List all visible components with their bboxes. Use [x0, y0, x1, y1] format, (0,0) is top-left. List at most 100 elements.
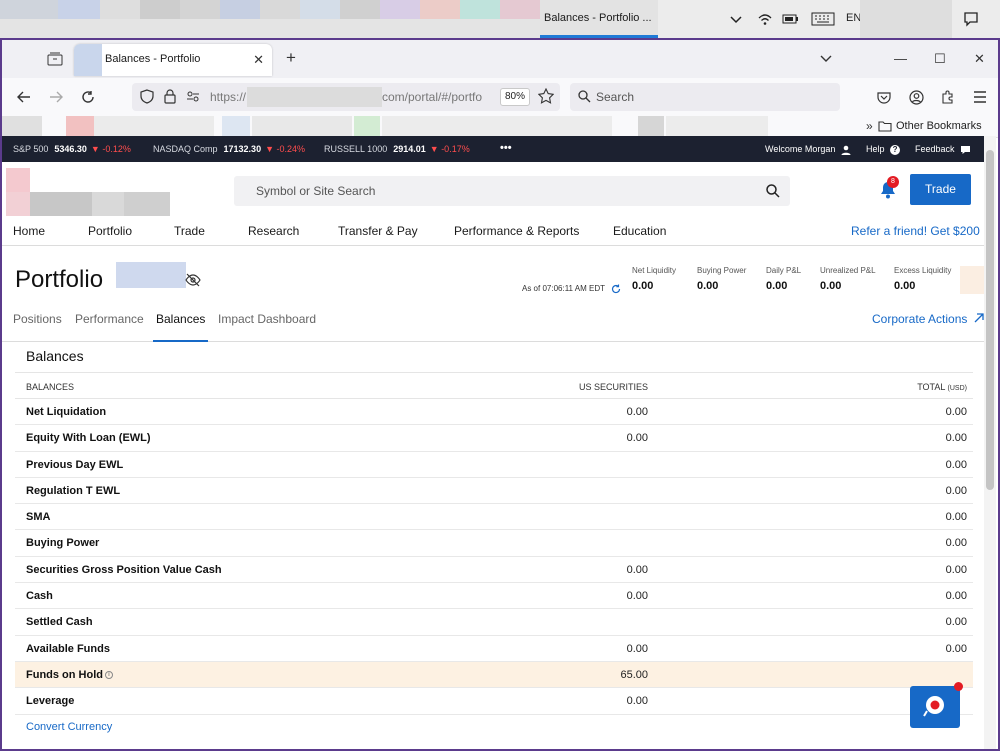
tab-balances[interactable]: Balances	[153, 308, 209, 342]
row-label-text: Net Liquidation	[26, 406, 107, 418]
symbol-search-input[interactable]: Symbol or Site Search	[234, 176, 790, 206]
ticker-russell[interactable]: RUSSELL 1000 2914.01 ▼ -0.17%	[324, 144, 470, 154]
ticker-change: ▼ -0.24%	[265, 144, 306, 154]
bookmark-star-icon[interactable]	[537, 87, 555, 107]
row-us-securities: 0.00	[626, 432, 648, 445]
tab-favicon	[74, 44, 102, 76]
ticker-more-icon[interactable]: •••	[500, 142, 512, 154]
nav-performance-reports[interactable]: Performance & Reports	[454, 224, 579, 238]
row-total: 0.00	[945, 590, 967, 603]
other-bookmarks[interactable]: Other Bookmarks	[896, 120, 982, 132]
tab-performance[interactable]: Performance	[75, 308, 144, 342]
row-label: Available Funds	[26, 643, 110, 655]
row-us-securities: 0.00	[626, 590, 648, 603]
scrollbar-thumb[interactable]	[986, 150, 994, 490]
tab-impact-dashboard[interactable]: Impact Dashboard	[218, 308, 316, 342]
keyboard-icon[interactable]	[810, 10, 836, 28]
nav-portfolio[interactable]: Portfolio	[88, 224, 132, 238]
market-ticker: S&P 500 5346.30 ▼ -0.12% NASDAQ Comp 17132.…	[2, 136, 986, 162]
browser-tab[interactable]: Balances - Portfolio ✕	[74, 44, 272, 76]
row-total: 0.00	[945, 511, 967, 524]
chat-button[interactable]	[910, 686, 960, 728]
blurred-region	[140, 0, 180, 19]
metric-net-liquidity: Net Liquidity 0.00	[632, 266, 676, 292]
convert-currency-link[interactable]: Convert Currency	[26, 721, 112, 733]
help-link[interactable]: Help ?	[866, 144, 901, 155]
battery-icon[interactable]	[782, 10, 800, 28]
tab-positions[interactable]: Positions	[13, 308, 62, 342]
address-bar[interactable]: https:// com/portal/#/portfo 80%	[132, 83, 560, 111]
url-prefix: https://	[210, 90, 247, 104]
page-scrollbar[interactable]	[984, 136, 996, 749]
row-label-text: Funds on Hold	[26, 668, 103, 681]
nav-trade[interactable]: Trade	[174, 224, 205, 238]
balances-heading: Balances	[26, 348, 84, 364]
table-row: Funds on Hold i 65.00	[15, 661, 973, 689]
account-icon[interactable]	[906, 87, 926, 107]
ticker-nasdaq[interactable]: NASDAQ Comp 17132.30 ▼ -0.24%	[153, 144, 305, 154]
zoom-level[interactable]: 80%	[500, 88, 530, 106]
metric-redacted	[960, 266, 984, 294]
maximize-icon[interactable]: ☐	[934, 51, 946, 67]
logo-blurred	[92, 192, 124, 216]
back-icon[interactable]	[14, 87, 34, 107]
tab-overview-icon[interactable]	[47, 52, 63, 69]
row-us-securities: 0.00	[626, 406, 648, 418]
welcome-user[interactable]: Welcome Morgan	[765, 144, 851, 155]
table-row: Cash 0.00 0.00	[15, 583, 973, 610]
page-content: S&P 500 5346.30 ▼ -0.12% NASDAQ Comp 17132.…	[2, 136, 986, 749]
chevron-double-right-icon[interactable]: »	[866, 119, 873, 133]
language-indicator[interactable]: EN	[846, 12, 861, 24]
ticker-sp500[interactable]: S&P 500 5346.30 ▼ -0.12%	[13, 144, 131, 154]
shield-icon[interactable]	[140, 89, 154, 107]
blurred-region	[382, 116, 612, 138]
lock-icon[interactable]	[164, 89, 176, 107]
close-window-icon[interactable]: ✕	[974, 51, 985, 67]
reload-icon[interactable]	[78, 87, 98, 107]
row-label-text: SMA	[26, 511, 51, 524]
nav-transfer-pay[interactable]: Transfer & Pay	[338, 224, 418, 238]
row-label-text: Available Funds	[26, 642, 110, 655]
metric-value: 0.00	[820, 280, 842, 292]
balances-table: BALANCES US SECURITIES TOTAL (USD) Net L…	[15, 372, 973, 715]
nav-research[interactable]: Research	[248, 224, 299, 238]
extensions-icon[interactable]	[938, 87, 958, 107]
trade-button[interactable]: Trade	[910, 174, 971, 205]
search-icon[interactable]	[766, 184, 780, 198]
help-icon: ?	[890, 145, 901, 155]
logo-blurred	[6, 192, 30, 216]
minimize-icon[interactable]: —	[894, 51, 907, 66]
welcome-label: Welcome Morgan	[765, 144, 836, 154]
menu-icon[interactable]	[970, 87, 990, 107]
list-tabs-icon[interactable]	[820, 51, 832, 66]
nav-home[interactable]: Home	[13, 224, 45, 238]
corporate-actions-link[interactable]: Corporate Actions	[872, 312, 984, 326]
tab-title: Balances - Portfolio	[105, 53, 201, 65]
permissions-icon[interactable]	[186, 90, 200, 106]
refresh-icon[interactable]	[611, 284, 621, 294]
blurred-region	[638, 116, 664, 138]
taskbar-active-window[interactable]: Balances - Portfolio ...	[540, 0, 658, 38]
nav-education[interactable]: Education	[613, 224, 666, 238]
pocket-icon[interactable]	[874, 87, 894, 107]
metric-daily-pnl: Daily P&L 0.00	[766, 266, 801, 292]
as-of-timestamp: As of 07:06:11 AM EDT	[522, 284, 621, 294]
chevron-down-icon[interactable]	[727, 10, 745, 28]
browser-search-input[interactable]: Search	[570, 83, 840, 111]
close-tab-icon[interactable]: ✕	[253, 52, 264, 68]
wifi-icon[interactable]	[756, 10, 774, 28]
forward-icon[interactable]	[46, 87, 66, 107]
row-total: 0.00	[945, 484, 967, 497]
feedback-link[interactable]: Feedback	[915, 144, 971, 155]
info-icon[interactable]: i	[104, 671, 113, 680]
notification-icon[interactable]	[962, 10, 980, 28]
notification-badge: 8	[887, 176, 899, 188]
header-total-unit: (USD)	[947, 385, 967, 392]
new-tab-icon[interactable]: +	[286, 48, 296, 68]
blurred-region	[860, 0, 952, 38]
row-total: 0.00	[945, 616, 967, 629]
metric-buying-power: Buying Power 0.00	[697, 266, 746, 292]
eye-off-icon[interactable]	[185, 273, 201, 287]
refer-friend-link[interactable]: Refer a friend! Get $200	[851, 224, 980, 238]
blurred-region	[220, 0, 260, 19]
